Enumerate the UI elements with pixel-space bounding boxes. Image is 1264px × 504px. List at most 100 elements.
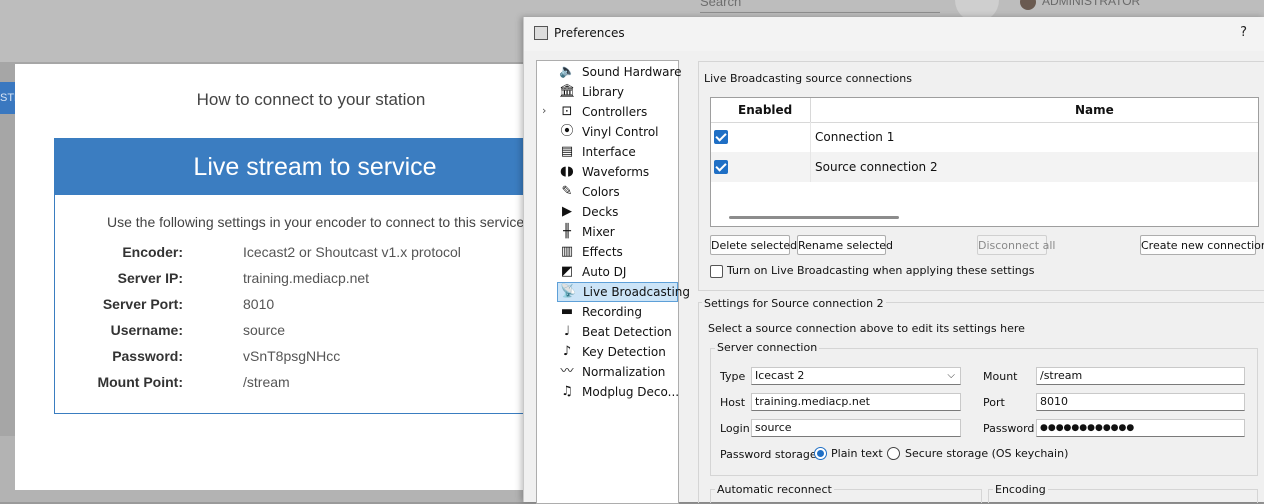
mount-input[interactable]: /stream xyxy=(1036,367,1245,385)
deck-icon: ▶ xyxy=(562,204,572,219)
sidebar-item-colors[interactable]: ✎ Colors xyxy=(537,182,678,202)
column-header-enabled[interactable]: Enabled xyxy=(738,103,792,117)
sidebar-item-live-broadcasting[interactable]: 📡 Live Broadcasting xyxy=(557,282,690,302)
sidebar-item-modplug-decoder[interactable]: ♫ Modplug Deco... xyxy=(537,382,679,402)
field-row-mount-point: Mount Point: /stream xyxy=(55,374,575,394)
preferences-sidebar: 🔈 Sound Hardware 🏛 Library › ⊡ Controllers ⦿… xyxy=(536,60,690,504)
autodj-icon: ◩ xyxy=(560,264,574,279)
sidebar-item-waveforms[interactable]: ◖◗ Waveforms xyxy=(537,162,678,182)
horizontal-scrollbar[interactable] xyxy=(729,216,899,219)
turn-on-broadcasting-label[interactable]: Turn on Live Broadcasting when applying … xyxy=(727,264,1035,277)
controller-icon: ⊡ xyxy=(561,104,573,119)
disconnect-all-button[interactable]: Disconnect all xyxy=(977,235,1055,255)
sidebar-item-decks[interactable]: ▶ Decks xyxy=(537,202,678,222)
field-row-username: Username: source xyxy=(55,322,575,342)
modal-title: How to connect to your station xyxy=(196,90,426,109)
title-bar[interactable]: Preferences ? xyxy=(524,17,1264,51)
field-label: Mount Point: xyxy=(97,374,183,390)
field-value: training.mediacp.net xyxy=(243,270,370,286)
sidebar-item-label: Sound Hardware xyxy=(582,65,682,79)
password-storage-label: Password storage xyxy=(720,448,817,461)
sidebar-item-effects[interactable]: ▥ Effects xyxy=(537,242,678,262)
field-row-server-ip: Server IP: training.mediacp.net xyxy=(55,270,575,290)
sidebar-item-auto-dj[interactable]: ◩ Auto DJ xyxy=(537,262,678,282)
table-header: Enabled Name xyxy=(711,98,1258,123)
password-label: Password xyxy=(983,422,1035,435)
sidebar-item-label: Mixer xyxy=(582,225,615,239)
live-stream-panel: Live stream to service Use the following… xyxy=(54,138,576,414)
type-value: Icecast 2 xyxy=(755,369,805,382)
field-value: /stream xyxy=(243,374,290,390)
secure-storage-label[interactable]: Secure storage (OS keychain) xyxy=(905,447,1068,460)
sidebar-item-key-detection[interactable]: ♪ Key Detection xyxy=(537,342,678,362)
connections-table[interactable]: Enabled Name Connection 1 Source connect… xyxy=(710,97,1259,227)
mount-label: Mount xyxy=(983,370,1018,383)
cell-divider xyxy=(810,122,811,152)
help-button[interactable]: ? xyxy=(1240,25,1247,40)
field-value: Icecast2 or Shoutcast v1.x protocol xyxy=(243,244,461,260)
sidebar-item-label: Decks xyxy=(582,205,619,219)
sidebar-item-label: Effects xyxy=(582,245,623,259)
type-label: Type xyxy=(720,370,746,383)
plain-text-label[interactable]: Plain text xyxy=(831,447,883,460)
enabled-checkbox[interactable] xyxy=(714,130,728,144)
connection-name[interactable]: Connection 1 xyxy=(815,130,894,144)
host-input[interactable]: training.mediacp.net xyxy=(751,393,961,411)
password-input[interactable]: ●●●●●●●●●●●● xyxy=(1036,419,1245,437)
sidebar-item-label: Library xyxy=(582,85,624,99)
sidebar-item-recording[interactable]: ▬ Recording xyxy=(537,302,678,322)
sidebar-item-sound-hardware[interactable]: 🔈 Sound Hardware xyxy=(537,62,682,82)
settings-hint: Select a source connection above to edit… xyxy=(708,322,1025,335)
preferences-window: Preferences ? 🔈 Sound Hardware 🏛 Library ›… xyxy=(523,17,1264,504)
enabled-checkbox[interactable] xyxy=(714,160,728,174)
normalization-icon: 〰 xyxy=(560,364,574,379)
effects-icon: ▥ xyxy=(560,244,574,259)
sidebar-item-label: Controllers xyxy=(582,105,648,119)
background-search-input[interactable]: Search xyxy=(700,0,940,13)
field-value: vSnT8psgNHcc xyxy=(243,348,341,364)
type-select[interactable]: Icecast 2 ⌵ xyxy=(751,367,961,385)
sidebar-item-label: Waveforms xyxy=(582,165,650,179)
key-icon: ♪ xyxy=(562,344,572,359)
interface-icon: ▤ xyxy=(560,144,574,159)
sidebar-item-label: Colors xyxy=(582,185,620,199)
sidebar-item-normalization[interactable]: 〰 Normalization xyxy=(537,362,678,382)
sidebar-item-mixer[interactable]: ╫ Mixer xyxy=(537,222,678,242)
create-new-connection-button[interactable]: Create new connection xyxy=(1140,235,1264,255)
delete-selected-button[interactable]: Delete selected xyxy=(710,235,797,255)
sidebar-item-interface[interactable]: ▤ Interface xyxy=(537,142,678,162)
sidebar-item-controllers[interactable]: › ⊡ Controllers xyxy=(537,102,678,122)
plain-text-radio[interactable] xyxy=(814,447,827,460)
sidebar-item-vinyl-control[interactable]: ⦿ Vinyl Control xyxy=(537,122,678,142)
beat-icon: ♩ xyxy=(563,324,571,339)
chevron-right-icon[interactable]: › xyxy=(542,104,546,117)
field-value: 8010 xyxy=(243,296,275,312)
sidebar-item-label: Vinyl Control xyxy=(582,125,659,139)
sidebar-item-beat-detection[interactable]: ♩ Beat Detection xyxy=(537,322,678,342)
library-icon: 🏛 xyxy=(559,84,576,99)
host-label: Host xyxy=(720,396,746,409)
table-row[interactable]: Connection 1 xyxy=(711,122,1258,152)
chevron-down-icon[interactable]: ⌵ xyxy=(947,368,955,384)
sidebar-item-label: Recording xyxy=(582,305,643,319)
login-label: Login xyxy=(720,422,750,435)
sidebar-item-label: Interface xyxy=(582,145,636,159)
port-input[interactable]: 8010 xyxy=(1036,393,1245,411)
rename-selected-button[interactable]: Rename selected xyxy=(797,235,893,255)
connection-name[interactable]: Source connection 2 xyxy=(815,160,938,174)
waveform-icon: ◖◗ xyxy=(560,164,574,179)
column-header-name[interactable]: Name xyxy=(1075,103,1114,117)
mixer-icon: ╫ xyxy=(563,224,571,239)
app-icon xyxy=(534,26,548,40)
speaker-icon: 🔈 xyxy=(559,64,576,79)
table-row[interactable]: Source connection 2 xyxy=(711,152,1258,182)
secure-storage-radio[interactable] xyxy=(887,447,900,460)
field-row-server-port: Server Port: 8010 xyxy=(55,296,575,316)
turn-on-broadcasting-checkbox[interactable] xyxy=(710,265,723,278)
port-label: Port xyxy=(983,396,1005,409)
login-input[interactable]: source xyxy=(751,419,961,437)
admin-label[interactable]: ADMINISTRATOR xyxy=(1042,0,1140,8)
column-divider[interactable] xyxy=(810,98,811,122)
sidebar-item-library[interactable]: 🏛 Library xyxy=(537,82,678,102)
sidebar-item-label: Key Detection xyxy=(582,345,666,359)
